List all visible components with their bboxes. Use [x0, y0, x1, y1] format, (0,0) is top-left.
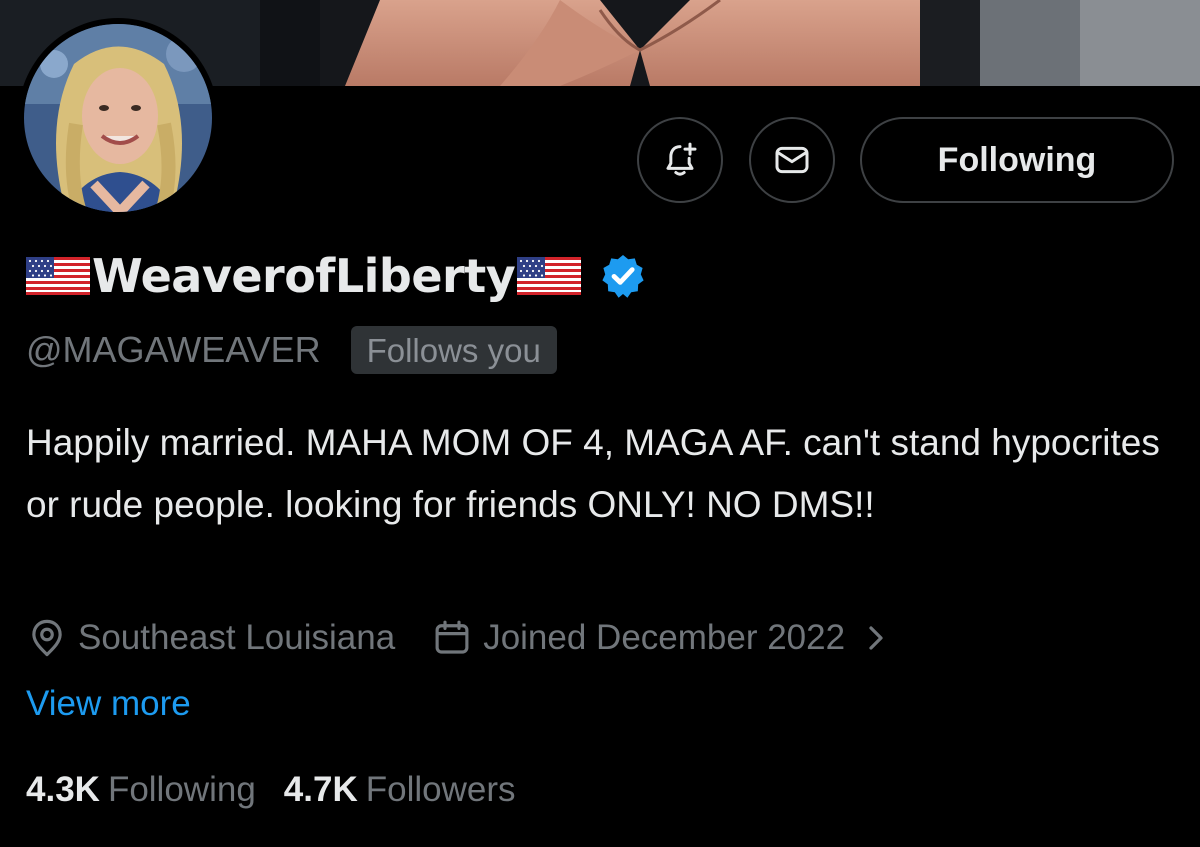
follows-you-badge: Follows you	[350, 326, 557, 374]
notifications-button[interactable]	[637, 117, 723, 203]
avatar-image	[24, 24, 212, 212]
avatar[interactable]	[18, 18, 218, 218]
follow-counts: 4.3K Following 4.7K Followers	[26, 764, 516, 816]
display-name: WeaverofLiberty	[92, 249, 516, 303]
chevron-right-icon	[869, 626, 883, 650]
following-button[interactable]: Following	[860, 117, 1174, 203]
location: Southeast Louisiana	[26, 617, 395, 659]
following-count: 4.3K	[26, 770, 100, 809]
message-button[interactable]	[749, 117, 835, 203]
us-flag-icon	[517, 257, 582, 295]
calendar-icon	[435, 620, 469, 654]
envelope-icon	[775, 146, 809, 174]
bio: Happily married. MAHA MOM OF 4, MAGA AF.…	[26, 422, 1160, 525]
following-count-link[interactable]: 4.3K Following	[26, 770, 256, 810]
followers-count: 4.7K	[283, 770, 358, 809]
handle-row: @MAGAWEAVER Follows you	[26, 322, 557, 378]
verified-badge-icon[interactable]	[599, 252, 647, 300]
view-more-link[interactable]: View more	[26, 684, 191, 724]
followers-count-label: Followers	[365, 770, 516, 809]
display-name-row: WeaverofLiberty	[26, 244, 647, 308]
location-pin-icon	[32, 619, 62, 657]
following-count-label: Following	[107, 770, 256, 809]
joined-date[interactable]: Joined December 2022	[431, 617, 891, 659]
us-flag-icon	[26, 257, 90, 295]
profile-meta: Southeast Louisiana Joined December 2022	[26, 612, 891, 664]
location-label: Southeast Louisiana	[78, 618, 396, 657]
following-button-label: Following	[937, 140, 1097, 179]
joined-label: Joined December 2022	[483, 618, 846, 657]
bell-plus-icon	[666, 142, 697, 176]
followers-count-link[interactable]: 4.7K Followers	[284, 770, 516, 810]
handle: @MAGAWEAVER	[26, 329, 321, 370]
